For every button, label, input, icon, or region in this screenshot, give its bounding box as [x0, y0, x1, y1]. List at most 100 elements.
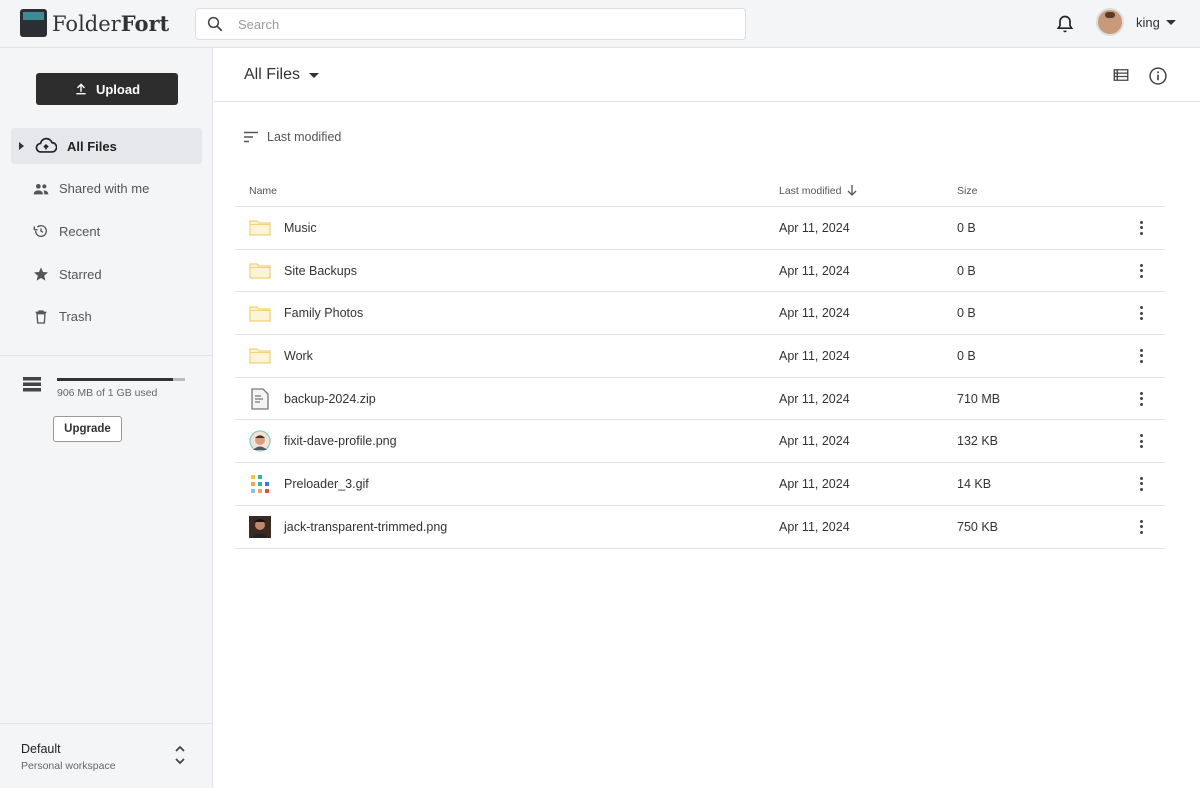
file-name-cell: backup-2024.zip — [235, 388, 779, 410]
table-row[interactable]: Site Backups Apr 11, 2024 0 B — [235, 250, 1165, 293]
user-menu[interactable]: king — [1136, 15, 1176, 30]
caret-down-icon — [1166, 20, 1176, 25]
table-row[interactable]: Work Apr 11, 2024 0 B — [235, 335, 1165, 378]
file-size: 0 B — [957, 306, 1117, 320]
file-name-cell: Work — [235, 345, 779, 367]
column-header-label: Last modified — [779, 185, 841, 197]
search-input[interactable] — [238, 17, 718, 32]
arrow-down-icon — [847, 185, 857, 196]
column-header-name[interactable]: Name — [235, 185, 779, 197]
search-box[interactable] — [195, 8, 746, 40]
more-options-button[interactable] — [1117, 434, 1165, 448]
sidebar-item-shared[interactable]: Shared with me — [11, 171, 202, 207]
file-name: Music — [284, 221, 317, 235]
file-name: Family Photos — [284, 306, 363, 320]
folder-title-dropdown[interactable]: All Files — [244, 66, 319, 84]
table-row[interactable]: fixit-dave-profile.png Apr 11, 2024 132 … — [235, 420, 1165, 463]
file-name-cell: fixit-dave-profile.png — [235, 430, 779, 452]
modified-date: Apr 11, 2024 — [779, 392, 957, 406]
divider — [0, 355, 212, 356]
file-name: backup-2024.zip — [284, 392, 376, 406]
logo-icon — [20, 9, 47, 37]
sidebar-item-starred[interactable]: Starred — [11, 256, 202, 292]
modified-date: Apr 11, 2024 — [779, 477, 957, 491]
zip-file-icon — [249, 388, 271, 410]
sidebar-item-label: All Files — [67, 139, 117, 154]
modified-date: Apr 11, 2024 — [779, 434, 957, 448]
sort-icon — [244, 131, 258, 143]
sidebar-item-label: Starred — [59, 267, 102, 282]
file-name-cell: jack-transparent-trimmed.png — [235, 516, 779, 538]
more-vert-icon — [1140, 434, 1143, 448]
main-toolbar: All Files — [214, 48, 1200, 102]
table-row[interactable]: Music Apr 11, 2024 0 B — [235, 207, 1165, 250]
file-name: Work — [284, 349, 313, 363]
more-vert-icon — [1140, 349, 1143, 363]
file-size: 710 MB — [957, 392, 1117, 406]
table-row[interactable]: jack-transparent-trimmed.png Apr 11, 202… — [235, 506, 1165, 549]
modified-date: Apr 11, 2024 — [779, 306, 957, 320]
more-vert-icon — [1140, 477, 1143, 491]
list-view-icon[interactable] — [1112, 66, 1130, 84]
sidebar-item-recent[interactable]: Recent — [11, 213, 202, 249]
expand-caret-icon[interactable] — [19, 142, 24, 150]
more-options-button[interactable] — [1117, 349, 1165, 363]
trash-icon — [33, 309, 49, 325]
table-row[interactable]: Preloader_3.gif Apr 11, 2024 14 KB — [235, 463, 1165, 506]
storage-usage-bar — [57, 378, 185, 381]
sidebar-item-trash[interactable]: Trash — [11, 299, 202, 335]
sidebar-nav: All Files Shared with me Recent Starred … — [11, 128, 202, 341]
more-options-button[interactable] — [1117, 221, 1165, 235]
table-row[interactable]: backup-2024.zip Apr 11, 2024 710 MB — [235, 378, 1165, 421]
sidebar-item-label: Shared with me — [59, 181, 149, 196]
file-name-cell: Family Photos — [235, 302, 779, 324]
modified-date: Apr 11, 2024 — [779, 520, 957, 534]
table-header: Name Last modified Size — [235, 175, 1165, 207]
image-thumbnail-icon — [249, 516, 271, 538]
sort-button[interactable]: Last modified — [244, 130, 341, 144]
more-options-button[interactable] — [1117, 392, 1165, 406]
notifications-bell-icon[interactable] — [1055, 14, 1075, 34]
table-row[interactable]: Family Photos Apr 11, 2024 0 B — [235, 292, 1165, 335]
people-icon — [33, 182, 49, 196]
sidebar-item-label: Recent — [59, 224, 100, 239]
logo-text-bold: Fort — [121, 11, 170, 36]
sort-label: Last modified — [267, 130, 341, 144]
more-options-button[interactable] — [1117, 306, 1165, 320]
upgrade-button[interactable]: Upgrade — [53, 416, 122, 442]
more-options-button[interactable] — [1117, 264, 1165, 278]
folder-icon — [249, 217, 271, 239]
more-options-button[interactable] — [1117, 477, 1165, 491]
upload-button[interactable]: Upload — [36, 73, 178, 105]
sidebar-item-all-files[interactable]: All Files — [11, 128, 202, 164]
file-size: 0 B — [957, 349, 1117, 363]
gif-thumbnail-icon — [249, 473, 271, 495]
modified-date: Apr 11, 2024 — [779, 221, 957, 235]
upload-icon — [74, 82, 88, 96]
column-header-modified[interactable]: Last modified — [779, 185, 957, 197]
file-size: 14 KB — [957, 477, 1117, 491]
storage-usage-fill — [57, 378, 173, 381]
user-avatar[interactable] — [1096, 8, 1124, 36]
caret-down-icon — [309, 73, 319, 78]
more-vert-icon — [1140, 520, 1143, 534]
file-name: Preloader_3.gif — [284, 477, 369, 491]
page-title: All Files — [244, 66, 300, 84]
main-content: All Files Last modified Name Last modifi… — [214, 48, 1200, 788]
username: king — [1136, 15, 1160, 30]
folder-icon — [249, 302, 271, 324]
column-header-size[interactable]: Size — [957, 185, 1117, 197]
file-name-cell: Music — [235, 217, 779, 239]
storage-usage-text: 906 MB of 1 GB used — [57, 387, 157, 399]
file-size: 0 B — [957, 264, 1117, 278]
logo[interactable]: FolderFort — [20, 9, 169, 37]
file-name: Site Backups — [284, 264, 357, 278]
info-icon[interactable] — [1148, 66, 1168, 86]
logo-text: Folder — [52, 12, 121, 36]
more-options-button[interactable] — [1117, 520, 1165, 534]
storage-icon — [23, 377, 41, 392]
modified-date: Apr 11, 2024 — [779, 264, 957, 278]
more-vert-icon — [1140, 264, 1143, 278]
workspace-selector[interactable]: Default Personal workspace — [0, 723, 212, 788]
history-icon — [33, 223, 49, 239]
